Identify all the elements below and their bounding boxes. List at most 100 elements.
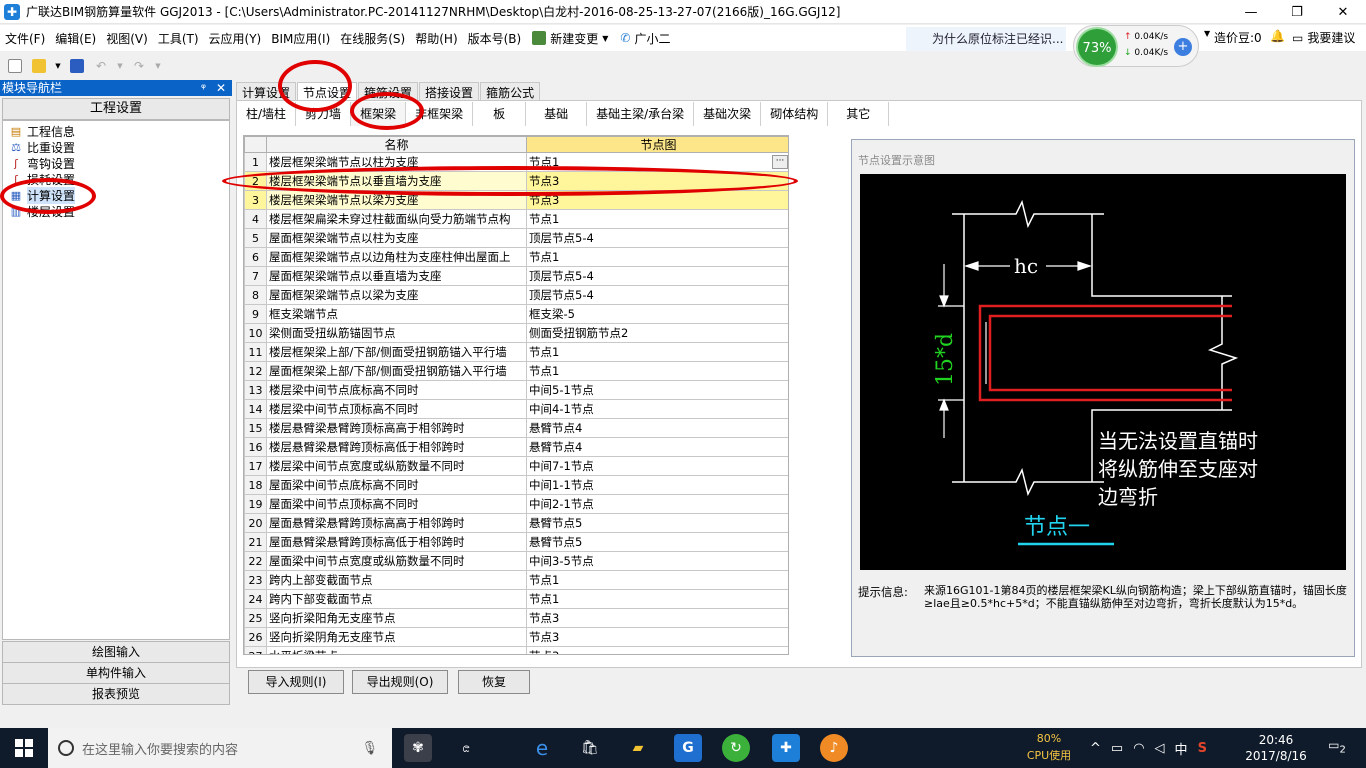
import-rules-button[interactable]: 导入规则(I)	[248, 670, 344, 694]
tree-item-calc[interactable]: ▦ 计算设置	[3, 186, 229, 204]
dropdown-arrow-icon[interactable]: ▼	[154, 57, 162, 75]
dropdown-arrow[interactable]: ▼	[1204, 29, 1210, 38]
cell-node[interactable]: 中间4-1节点	[526, 399, 788, 419]
cell-name[interactable]: 梁侧面受扭纵筋锚固节点	[266, 323, 527, 343]
close-button[interactable]: ✕	[1320, 0, 1366, 24]
taskbar-search[interactable]: 在这里输入你要搜索的内容 🎙	[48, 728, 392, 768]
tab-lap-settings[interactable]: 搭接设置	[419, 82, 480, 102]
subtab-column[interactable]: 柱/墙柱	[237, 102, 297, 126]
more-options-button[interactable]: ···	[772, 154, 788, 169]
cell-name[interactable]: 屋面框架梁上部/下部/侧面受扭钢筋锚入平行墙	[266, 361, 527, 381]
table-row[interactable]: 27水平折梁节点节点3	[244, 646, 788, 654]
cell-name[interactable]: 屋面悬臂梁悬臂跨顶标高低于相邻跨时	[266, 532, 527, 552]
cell-node[interactable]: 顶层节点5-4	[526, 285, 788, 305]
save-icon[interactable]	[68, 57, 86, 75]
cell-node[interactable]: 节点1	[526, 361, 788, 381]
subtab-slab[interactable]: 板	[473, 102, 527, 126]
table-row[interactable]: 16 楼层悬臂梁悬臂跨顶标高低于相邻跨时 悬臂节点4	[244, 437, 788, 457]
tree-item-density[interactable]: ⚖ 比重设置	[3, 139, 229, 155]
table-row[interactable]: 9 框支梁端节点 框支梁-5	[244, 304, 788, 324]
tray-ime-label[interactable]: 中	[1175, 739, 1188, 758]
menu-file[interactable]: 文件(F)	[0, 30, 50, 47]
table-row[interactable]: 5 屋面框架梁端节点以柱为支座 顶层节点5-4	[244, 228, 788, 248]
tray-sogou-icon[interactable]: S	[1198, 741, 1207, 756]
cell-name[interactable]: 屋面悬臂梁悬臂跨顶标高高于相邻跨时	[266, 513, 527, 533]
table-row[interactable]: 21 屋面悬臂梁悬臂跨顶标高低于相邻跨时 悬臂节点5	[244, 532, 788, 552]
section-project-settings[interactable]: 工程设置	[2, 98, 230, 120]
cell-node[interactable]: 悬臂节点5	[526, 513, 788, 533]
cell-name[interactable]: 楼层框架扁梁未穿过柱截面纵向受力筋端节点构	[266, 209, 527, 229]
cell-name[interactable]: 竖向折梁阳角无支座节点	[266, 608, 527, 628]
column-header-name[interactable]: 名称	[266, 136, 527, 153]
cell-name[interactable]: 屋面框架梁端节点以边角柱为支座柱伸出屋面上	[266, 247, 527, 267]
cell-name[interactable]: 竖向折梁阴角无支座节点	[266, 627, 527, 647]
cell-node[interactable]: 悬臂节点4	[526, 418, 788, 438]
nav-drawing-input[interactable]: 绘图输入	[2, 641, 230, 663]
table-row[interactable]: 22 屋面梁中间节点宽度或纵筋数量不同时 中间3-5节点	[244, 551, 788, 571]
microphone-icon[interactable]: 🎙	[361, 741, 378, 756]
dropdown-arrow-icon[interactable]: ▼	[54, 57, 62, 75]
assistant-button[interactable]: ✆ 广小二	[614, 30, 676, 47]
restore-button[interactable]: 恢复	[458, 670, 530, 694]
cell-name[interactable]: 楼层梁中间节点宽度或纵筋数量不同时	[266, 456, 527, 476]
cell-node[interactable]: 中间5-1节点	[526, 380, 788, 400]
cell-node[interactable]: 中间3-5节点	[526, 551, 788, 571]
tree-item-project-info[interactable]: ▤ 工程信息	[3, 123, 229, 139]
cell-name[interactable]: 屋面梁中间节点宽度或纵筋数量不同时	[266, 551, 527, 571]
cell-node[interactable]: 节点3	[526, 608, 788, 628]
cell-name[interactable]: 跨内下部变截面节点	[266, 589, 527, 609]
table-row[interactable]: 23 跨内上部变截面节点 节点1	[244, 570, 788, 590]
cell-name[interactable]: 屋面梁中间节点底标高不同时	[266, 475, 527, 495]
subtab-frame-beam[interactable]: 框架梁	[351, 102, 407, 126]
cell-node[interactable]: 节点1	[526, 589, 788, 609]
notify-bell-icon[interactable]: 🔔	[1270, 29, 1285, 43]
table-row[interactable]: 10 梁侧面受扭纵筋锚固节点 侧面受扭钢筋节点2	[244, 323, 788, 343]
tray-volume-icon[interactable]: ◁	[1155, 741, 1165, 756]
cell-node[interactable]: 节点1	[526, 342, 788, 362]
cell-name[interactable]: 楼层框架梁端节点以柱为支座	[266, 152, 527, 172]
tab-calc-settings[interactable]: 计算设置	[236, 82, 297, 102]
cell-node[interactable]: 顶层节点5-4	[526, 228, 788, 248]
table-row[interactable]: 7 屋面框架梁端节点以垂直墙为支座 顶层节点5-4	[244, 266, 788, 286]
subtab-other[interactable]: 其它	[828, 102, 890, 126]
subtab-foundation-main-beam[interactable]: 基础主梁/承台梁	[587, 102, 695, 126]
cell-node[interactable]: 框支梁-5	[526, 304, 788, 324]
menu-help[interactable]: 帮助(H)	[410, 30, 462, 47]
table-row[interactable]: 26 竖向折梁阴角无支座节点 节点3	[244, 627, 788, 647]
cell-name[interactable]: 楼层框架梁上部/下部/侧面受扭钢筋锚入平行墙	[266, 342, 527, 362]
menu-online[interactable]: 在线服务(S)	[335, 30, 410, 47]
cell-name[interactable]: 屋面梁中间节点顶标高不同时	[266, 494, 527, 514]
menu-cloud[interactable]: 云应用(Y)	[204, 30, 267, 47]
table-row[interactable]: 19 屋面梁中间节点顶标高不同时 中间2-1节点	[244, 494, 788, 514]
subtab-foundation[interactable]: 基础	[526, 102, 588, 126]
table-row[interactable]: 14 楼层梁中间节点顶标高不同时 中间4-1节点	[244, 399, 788, 419]
undo-icon[interactable]: ↶	[92, 57, 110, 75]
minimize-button[interactable]: —	[1228, 0, 1274, 24]
action-center-icon[interactable]: ▭2	[1326, 738, 1348, 758]
table-row[interactable]: 17 楼层梁中间节点宽度或纵筋数量不同时 中间7-1节点	[244, 456, 788, 476]
subtab-non-frame-beam[interactable]: 非框架梁	[406, 102, 474, 126]
taskbar-app-fan-icon[interactable]: ✾	[404, 734, 432, 762]
taskbar-green-app-icon[interactable]: ↻	[722, 734, 750, 762]
cell-node[interactable]: 节点3	[526, 627, 788, 647]
tree-item-floor[interactable]: ▥ 楼层设置	[3, 203, 229, 219]
table-row[interactable]: 6 屋面框架梁端节点以边角柱为支座柱伸出屋面上 节点1	[244, 247, 788, 267]
tab-stirrup-formula[interactable]: 箍筋公式	[480, 82, 541, 102]
cell-node[interactable]: 节点3	[526, 190, 788, 210]
table-row[interactable]: 2 楼层框架梁端节点以垂直墙为支座 节点3	[244, 171, 788, 191]
cell-name[interactable]: 屋面框架梁端节点以柱为支座	[266, 228, 527, 248]
cell-node[interactable]: 悬臂节点4	[526, 437, 788, 457]
taskbar-store-icon[interactable]: 🛍	[576, 734, 604, 762]
nav-report-preview[interactable]: 报表预览	[2, 683, 230, 705]
menu-view[interactable]: 视图(V)	[101, 30, 153, 47]
open-folder-icon[interactable]	[30, 57, 48, 75]
boost-plus-icon[interactable]: +	[1174, 38, 1192, 56]
table-row[interactable]: 24 跨内下部变截面节点 节点1	[244, 589, 788, 609]
pane-close-icon[interactable]: ✕	[216, 80, 226, 96]
table-row[interactable]: 13 楼层梁中间节点底标高不同时 中间5-1节点	[244, 380, 788, 400]
table-row[interactable]: 18 屋面梁中间节点底标高不同时 中间1-1节点	[244, 475, 788, 495]
taskbar-audio-app-icon[interactable]: ♪	[820, 734, 848, 762]
table-row[interactable]: 8 屋面框架梁端节点以梁为支座 顶层节点5-4	[244, 285, 788, 305]
cell-name[interactable]: 屋面框架梁端节点以垂直墙为支座	[266, 266, 527, 286]
taskbar-app-swirl-icon[interactable]: ၕ	[452, 734, 480, 762]
